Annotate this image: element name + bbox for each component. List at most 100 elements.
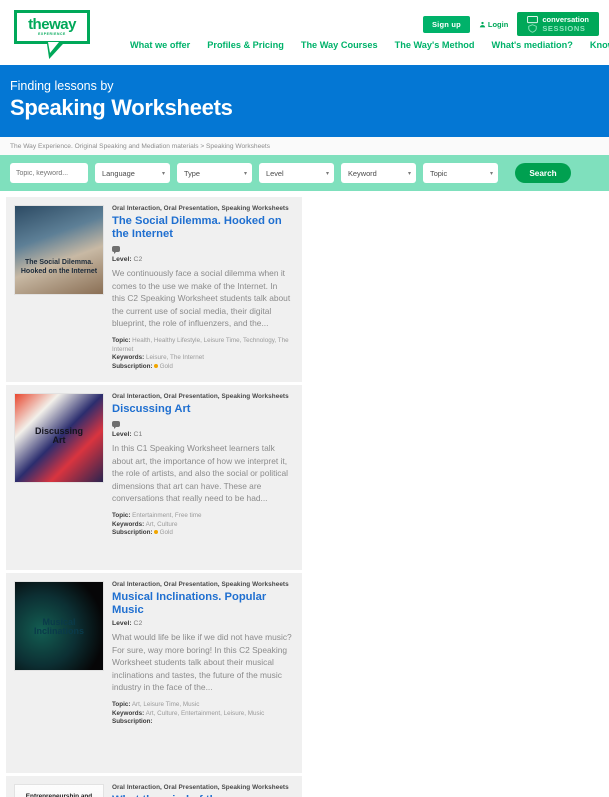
keywords-label: Keywords: [112, 709, 145, 717]
chevron-down-icon: ▾ [325, 170, 329, 177]
nav-item-what-we-offer[interactable]: What we offer [130, 40, 190, 50]
level-select[interactable]: Level ▾ [259, 163, 334, 183]
worksheet-card[interactable]: Discussing Art Oral Interaction, Oral Pre… [6, 385, 302, 570]
topic-label: Topic: [112, 511, 131, 519]
nav-item-knowhow[interactable]: KnowHow [590, 40, 609, 50]
worksheet-topic-row: Topic: Entertainment, Free time [112, 512, 292, 521]
subscription-label: Subscription: [112, 529, 153, 537]
worksheet-results-grid: The Social Dilemma. Hooked on the Interne… [0, 191, 609, 797]
level-value: C1 [133, 431, 143, 438]
worksheet-level: Level: C2 [112, 256, 292, 263]
worksheet-meta: Topic: Art, Leisure Time, Music Keywords… [112, 701, 292, 727]
nav-item-the-ways-method[interactable]: The Way's Method [395, 40, 475, 50]
logo-text: theway [28, 16, 76, 33]
page-root: theway EXPERIENCE Sign up Login conversa… [0, 0, 609, 797]
nav-item-whats-mediation[interactable]: What's mediation? [492, 40, 573, 50]
worksheet-topic-row: Topic: Art, Leisure Time, Music [112, 701, 292, 710]
worksheet-level: Level: C2 [112, 620, 292, 627]
worksheet-thumbnail[interactable]: The Social Dilemma. Hooked on the Interne… [14, 205, 104, 295]
topic-select[interactable]: Topic ▾ [423, 163, 498, 183]
signup-button[interactable]: Sign up [422, 15, 470, 33]
worksheet-meta: Topic: Health, Healthy Lifestyle, Leisur… [112, 337, 292, 371]
worksheet-categories: Oral Interaction, Oral Presentation, Spe… [112, 581, 289, 588]
worksheet-title[interactable]: The Social Dilemma. Hooked on the Intern… [112, 215, 292, 241]
conversation-icons [527, 15, 539, 33]
level-value: C2 [133, 620, 143, 627]
level-select-label: Level [266, 168, 284, 178]
nav-item-the-way-courses[interactable]: The Way Courses [301, 40, 378, 50]
thumbnail-caption: Entrepreneurship andDream Pursuing [25, 793, 93, 797]
subscription-value: Gold [159, 529, 173, 537]
banner-subtitle: Finding lessons by [10, 79, 114, 93]
chevron-down-icon: ▾ [161, 170, 165, 177]
logo-subtext: EXPERIENCE [38, 32, 66, 36]
site-header: theway EXPERIENCE Sign up Login conversa… [0, 0, 609, 65]
worksheet-card[interactable]: Entrepreneurship andDream Pursuing Oral … [6, 776, 302, 797]
type-select-label: Type [184, 168, 201, 178]
keywords-value: Leisure, The Internet [145, 354, 204, 362]
worksheet-badges [112, 245, 292, 254]
page-title: Speaking Worksheets [10, 95, 233, 120]
login-button[interactable]: Login [479, 20, 508, 29]
nav-item-profiles-pricing[interactable]: Profiles & Pricing [207, 40, 284, 50]
language-select-label: Language [102, 168, 135, 178]
level-label: Level: [112, 431, 132, 438]
speech-bubble-icon [112, 420, 120, 429]
worksheet-meta: Topic: Entertainment, Free time Keywords… [112, 512, 292, 538]
chevron-down-icon: ▾ [407, 170, 411, 177]
worksheet-thumbnail[interactable]: Musical Inclinations [14, 581, 104, 671]
topic-label: Topic: [112, 336, 131, 344]
worksheet-badges [112, 420, 292, 429]
header-actions: Sign up Login conversation SESSIONS [422, 12, 599, 36]
worksheet-keywords-row: Keywords: Leisure, The Internet [112, 354, 292, 363]
worksheet-subscription-row: Subscription: Gold [112, 363, 292, 372]
worksheet-description: In this C1 Speaking Worksheet learners t… [112, 443, 288, 504]
conversation-line2: SESSIONS [542, 24, 586, 33]
speech-bubble-icon [112, 245, 120, 254]
page-banner: Finding lessons by Speaking Worksheets [0, 65, 609, 137]
keywords-label: Keywords: [112, 520, 145, 528]
level-value: C2 [133, 256, 143, 263]
worksheet-title[interactable]: Discussing Art [112, 403, 292, 416]
level-label: Level: [112, 620, 132, 627]
shield-icon [528, 23, 538, 33]
search-filter-bar: Language ▾ Type ▾ Level ▾ Keyword ▾ Topi… [0, 155, 609, 191]
conversation-labels: conversation SESSIONS [542, 15, 589, 33]
search-input[interactable] [10, 163, 88, 183]
language-select[interactable]: Language ▾ [95, 163, 170, 183]
gold-dot-icon [153, 363, 158, 368]
worksheet-categories: Oral Interaction, Oral Presentation, Spe… [112, 393, 289, 400]
subscription-label: Subscription: [112, 362, 153, 370]
topic-value: Health, Healthy Lifestyle, Leisure Time,… [112, 336, 289, 353]
worksheet-card-body: Oral Interaction, Oral Presentation, Spe… [112, 784, 292, 797]
keyword-select-label: Keyword [348, 168, 377, 178]
topic-value: Entertainment, Free time [132, 511, 202, 519]
chevron-down-icon: ▾ [243, 170, 247, 177]
worksheet-categories: Oral Interaction, Oral Presentation, Spe… [112, 205, 289, 212]
monitor-icon [527, 15, 539, 23]
thumbnail-caption: The Social Dilemma. Hooked on the Interne… [20, 259, 98, 275]
type-select[interactable]: Type ▾ [177, 163, 252, 183]
worksheet-subscription-row: Subscription: [112, 718, 292, 727]
worksheet-thumbnail[interactable]: Entrepreneurship andDream Pursuing [14, 784, 104, 797]
worksheet-categories: Oral Interaction, Oral Presentation, Spe… [112, 784, 289, 791]
worksheet-title[interactable]: Musical Inclinations. Popular Music [112, 591, 292, 617]
gold-dot-icon [153, 530, 158, 535]
login-label: Login [487, 19, 509, 29]
keywords-value: Art, Culture [145, 520, 178, 528]
worksheet-level: Level: C1 [112, 431, 292, 438]
worksheet-card[interactable]: Musical Inclinations Oral Interaction, Or… [6, 573, 302, 773]
worksheet-thumbnail[interactable]: Discussing Art [14, 393, 104, 483]
worksheet-card-body: Oral Interaction, Oral Presentation, Spe… [112, 205, 292, 371]
worksheet-subscription-row: Subscription: Gold [112, 529, 292, 538]
topic-label: Topic: [112, 700, 131, 708]
logo-speech-tail-inner-icon [48, 42, 59, 53]
site-logo[interactable]: theway EXPERIENCE [14, 10, 90, 59]
keyword-select[interactable]: Keyword ▾ [341, 163, 416, 183]
worksheet-card-body: Oral Interaction, Oral Presentation, Spe… [112, 581, 292, 727]
conversation-sessions-button[interactable]: conversation SESSIONS [517, 12, 599, 36]
worksheet-card[interactable]: The Social Dilemma. Hooked on the Interne… [6, 197, 302, 382]
worksheet-keywords-row: Keywords: Art, Culture [112, 521, 292, 530]
search-button[interactable]: Search [515, 163, 571, 183]
worksheet-description: What would life be like if we did not ha… [112, 632, 292, 693]
